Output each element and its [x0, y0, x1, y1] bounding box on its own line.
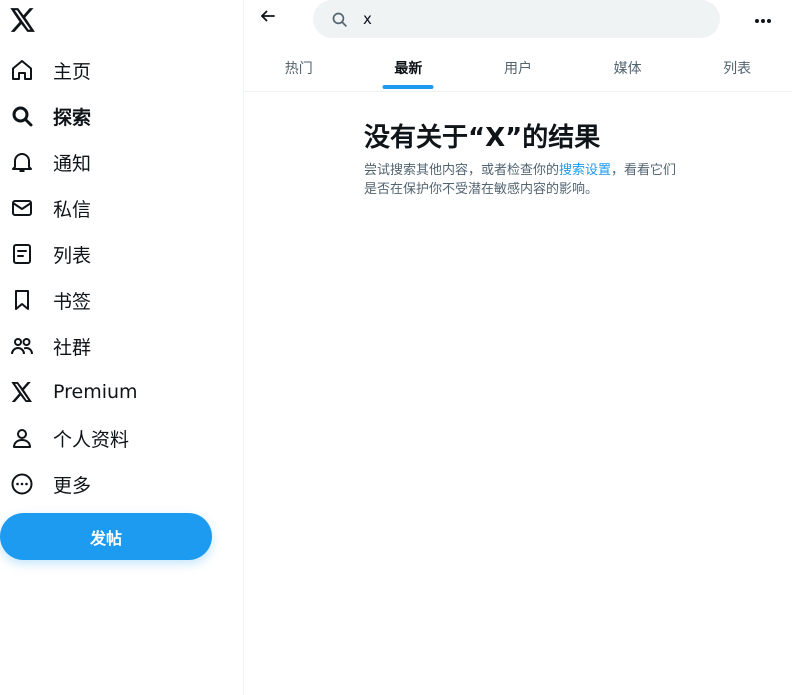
sidebar-item-label: 社群	[53, 336, 92, 359]
search-icon	[10, 104, 34, 128]
list-icon	[10, 242, 34, 266]
sidebar-item-communities[interactable]: 社群	[0, 326, 91, 366]
tab-top[interactable]: 热门	[244, 44, 354, 91]
search-icon	[331, 10, 349, 28]
empty-state: 没有关于“X”的结果 尝试搜索其他内容，或者检查你的搜索设置，看看它们是否在保护…	[364, 121, 684, 199]
sidebar-item-label: 书签	[53, 290, 92, 313]
tab-media[interactable]: 媒体	[573, 44, 683, 91]
envelope-icon	[10, 196, 34, 220]
search-settings-link[interactable]: 搜索设置	[559, 163, 611, 178]
empty-desc-text: 尝试搜索其他内容，或者检查你的	[364, 163, 560, 178]
x-logo-icon[interactable]	[10, 8, 38, 34]
x-logo-icon	[10, 380, 34, 404]
more-options-button[interactable]	[748, 6, 778, 30]
tab-label: 热门	[284, 60, 313, 77]
sidebar-item-label: 列表	[53, 244, 92, 267]
bell-icon	[10, 150, 34, 174]
sidebar-item-label: 更多	[53, 474, 92, 497]
sidebar-item-label: 探索	[53, 106, 92, 129]
person-icon	[10, 426, 34, 450]
empty-state-description: 尝试搜索其他内容，或者检查你的搜索设置，看看它们是否在保护你不受潜在敏感内容的影…	[364, 161, 684, 199]
bookmark-icon	[10, 288, 34, 312]
back-button[interactable]	[256, 6, 280, 30]
tab-latest[interactable]: 最新	[354, 44, 464, 91]
tab-label: 列表	[723, 60, 752, 77]
tab-people[interactable]: 用户	[463, 44, 573, 91]
sidebar-item-label: 主页	[53, 60, 92, 83]
sidebar-item-bookmarks[interactable]: 书签	[0, 280, 91, 320]
sidebar-item-premium[interactable]: Premium	[0, 372, 138, 412]
sidebar-item-label: 个人资料	[53, 428, 130, 451]
people-icon	[10, 334, 34, 358]
post-button[interactable]: 发帖	[0, 513, 212, 560]
sidebar-item-messages[interactable]: 私信	[0, 188, 91, 228]
active-tab-indicator	[382, 85, 434, 89]
search-input[interactable]	[363, 10, 693, 28]
search-box[interactable]	[313, 0, 720, 38]
sidebar-item-more[interactable]: 更多	[0, 464, 91, 504]
home-icon	[10, 58, 34, 82]
sidebar-item-label: Premium	[53, 381, 138, 403]
sidebar-item-home[interactable]: 主页	[0, 50, 91, 90]
sidebar-item-profile[interactable]: 个人资料	[0, 418, 129, 458]
search-tabs: 热门 最新 用户 媒体 列表	[244, 44, 792, 92]
sidebar-item-lists[interactable]: 列表	[0, 234, 91, 274]
tab-label: 用户	[503, 60, 532, 77]
empty-state-title: 没有关于“X”的结果	[364, 123, 601, 153]
more-circle-icon	[10, 472, 34, 496]
sidebar-item-notifications[interactable]: 通知	[0, 142, 91, 182]
more-horizontal-icon	[754, 9, 772, 28]
tab-label: 媒体	[613, 60, 642, 77]
sidebar-item-label: 私信	[53, 198, 92, 221]
arrow-left-icon	[259, 7, 277, 29]
sidebar-item-explore[interactable]: 探索	[0, 96, 91, 136]
tab-lists[interactable]: 列表	[682, 44, 792, 91]
sidebar: 主页 探索 通知 私信 列表 书签 社群 Premium 个人资料 更多 发帖	[0, 0, 244, 695]
sidebar-item-label: 通知	[53, 152, 92, 175]
tab-label: 最新	[394, 60, 423, 77]
main-column: 热门 最新 用户 媒体 列表 没有关于“X”的结果 尝试搜索其他内容，或者检查你…	[244, 0, 792, 695]
